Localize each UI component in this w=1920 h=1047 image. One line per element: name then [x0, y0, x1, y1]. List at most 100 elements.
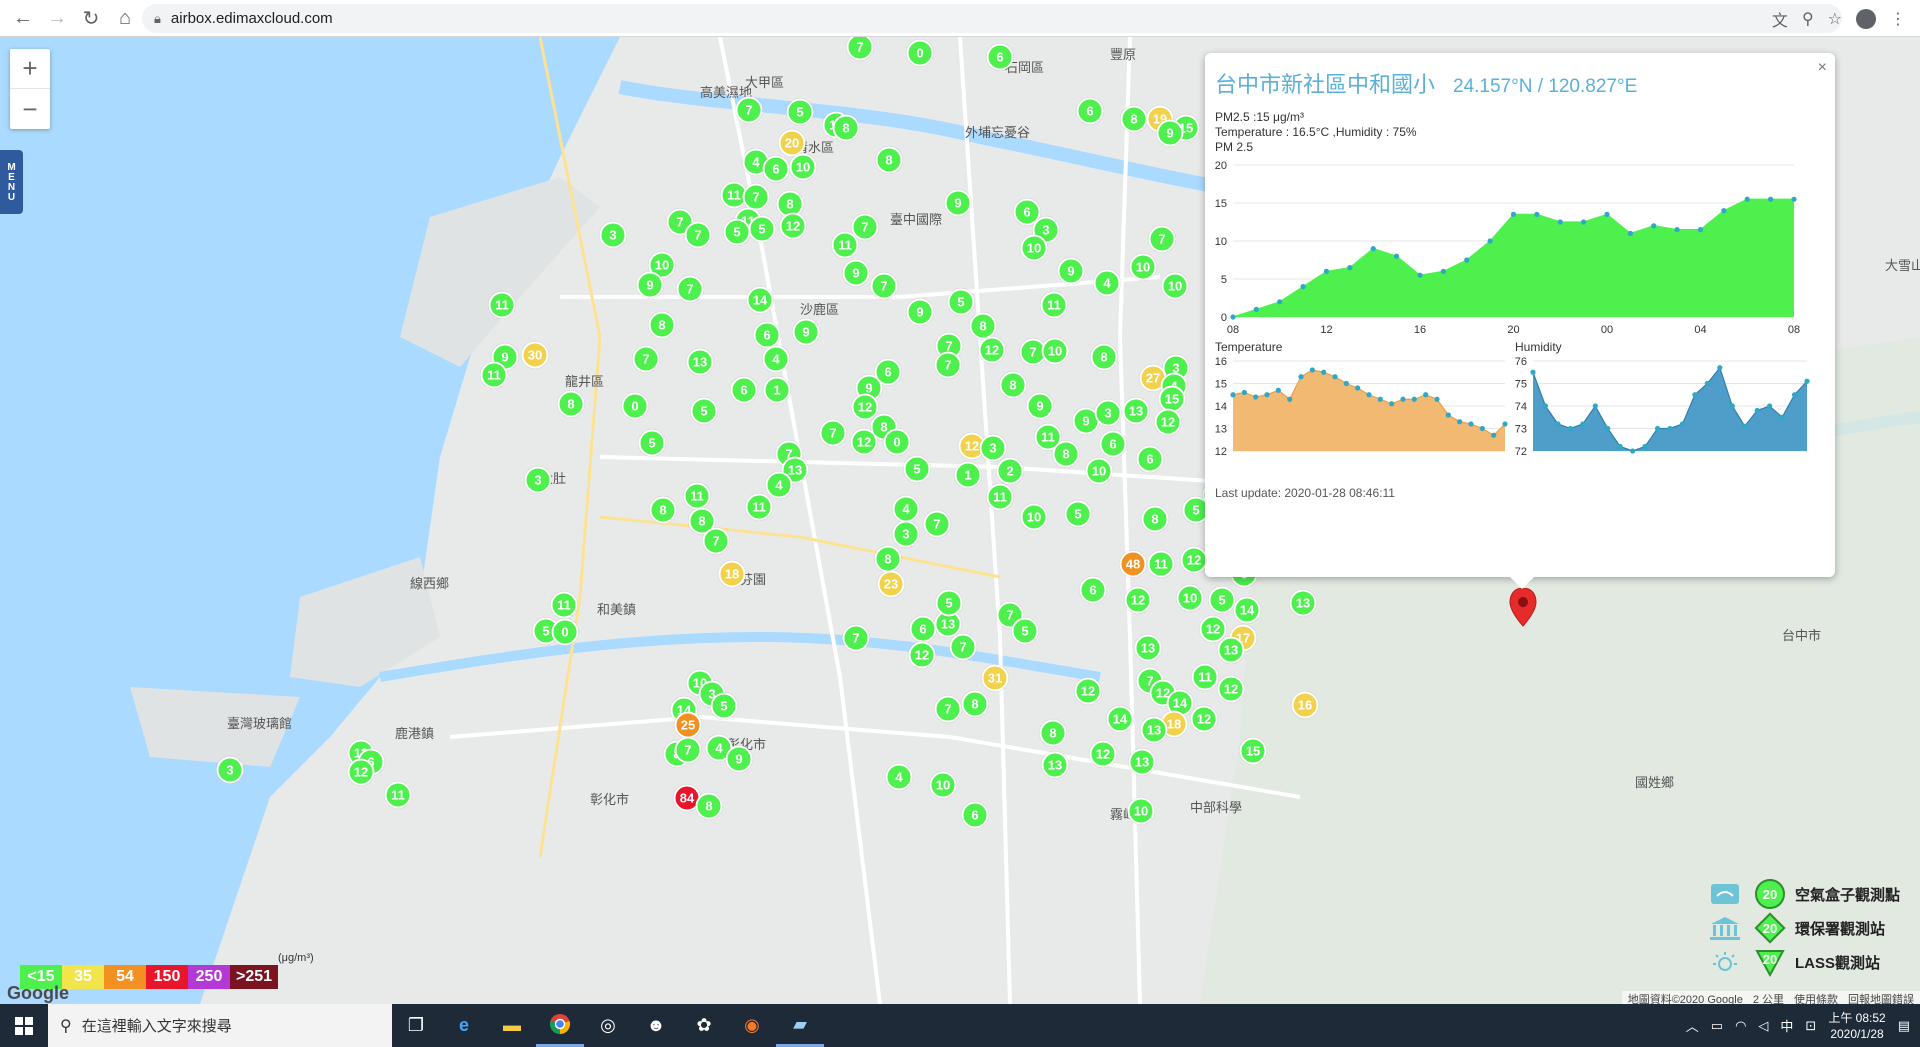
station-marker[interactable]: 14 — [746, 286, 774, 314]
station-marker[interactable]: 8 — [1090, 343, 1118, 371]
station-marker[interactable]: 8 — [1120, 105, 1148, 133]
edge-browser-icon[interactable]: e — [440, 1004, 488, 1047]
station-marker[interactable]: 8 — [1039, 719, 1067, 747]
station-marker[interactable]: 6 — [874, 358, 902, 386]
station-marker[interactable]: 8 — [874, 545, 902, 573]
station-marker[interactable]: 10 — [1041, 337, 1069, 365]
station-marker[interactable]: 12 — [1190, 705, 1218, 733]
station-marker[interactable]: 13 — [1140, 716, 1168, 744]
taskbar-search-box[interactable]: ⚲ 在這裡輸入文字來搜尋 — [48, 1004, 392, 1047]
station-marker[interactable]: 48 — [1119, 550, 1147, 578]
station-marker[interactable]: 20 — [778, 129, 806, 157]
station-marker[interactable]: 12 — [1217, 675, 1245, 703]
station-marker[interactable]: 4 — [1093, 269, 1121, 297]
station-marker[interactable]: 14 — [1233, 596, 1261, 624]
selected-location-pin-icon[interactable] — [1508, 587, 1538, 628]
station-marker[interactable]: 8 — [557, 390, 585, 418]
profile-avatar-icon[interactable] — [1856, 8, 1876, 29]
station-marker[interactable]: 12 — [779, 212, 807, 240]
file-explorer-icon[interactable]: ▬ — [488, 1004, 536, 1047]
station-marker[interactable]: 6 — [730, 376, 758, 404]
station-marker[interactable]: 7 — [842, 624, 870, 652]
forward-icon[interactable]: → — [40, 1, 74, 35]
station-marker[interactable]: 15 — [1239, 737, 1267, 765]
station-marker[interactable]: 10 — [1127, 797, 1155, 825]
app-icon-window[interactable]: ▰ — [776, 1004, 824, 1047]
station-marker[interactable]: 6 — [753, 321, 781, 349]
station-marker[interactable]: 12 — [908, 641, 936, 669]
back-icon[interactable]: ← — [6, 1, 40, 35]
station-marker[interactable]: 8 — [695, 792, 723, 820]
zoom-in-button[interactable]: + — [10, 49, 50, 89]
station-marker[interactable]: 11 — [1040, 291, 1068, 319]
station-marker[interactable]: 14 — [1106, 705, 1134, 733]
station-marker[interactable]: 12 — [1089, 740, 1117, 768]
station-marker[interactable]: 7 — [684, 221, 712, 249]
station-marker[interactable]: 2 — [996, 457, 1024, 485]
station-marker[interactable]: 11 — [1147, 550, 1175, 578]
more-menu-icon[interactable]: ⋮ — [1890, 9, 1906, 29]
app-icon-mascot[interactable]: ☻ — [632, 1004, 680, 1047]
station-marker[interactable]: 8 — [1052, 440, 1080, 468]
home-icon[interactable]: ⌂ — [108, 1, 142, 35]
station-marker[interactable]: 5 — [935, 589, 963, 617]
station-marker[interactable]: 8 — [999, 371, 1027, 399]
station-marker[interactable]: 9 — [906, 298, 934, 326]
station-marker[interactable]: 4 — [892, 495, 920, 523]
station-marker[interactable]: 5 — [1064, 500, 1092, 528]
system-clock[interactable]: 上午 08:52 2020/1/28 — [1828, 1010, 1885, 1042]
station-marker[interactable]: 5 — [748, 215, 776, 243]
close-icon[interactable]: × — [1818, 59, 1827, 77]
station-marker[interactable]: 11 — [745, 493, 773, 521]
station-marker[interactable]: 10 — [1020, 503, 1048, 531]
station-marker[interactable]: 6 — [909, 615, 937, 643]
station-marker[interactable]: 1 — [763, 376, 791, 404]
station-marker[interactable]: 6 — [986, 43, 1014, 71]
station-marker[interactable]: 7 — [1148, 225, 1176, 253]
station-marker[interactable]: 13 — [1217, 636, 1245, 664]
station-marker[interactable]: 13 — [686, 348, 714, 376]
app-icon-blender[interactable]: ◉ — [728, 1004, 776, 1047]
station-marker[interactable]: 5 — [947, 288, 975, 316]
station-marker[interactable]: 3 — [599, 221, 627, 249]
station-marker[interactable]: 7 — [934, 351, 962, 379]
language-icon[interactable]: ⊡ — [1805, 1018, 1816, 1034]
station-marker[interactable]: 10 — [1176, 584, 1204, 612]
bookmark-star-icon[interactable]: ☆ — [1828, 9, 1842, 29]
station-marker[interactable]: 11 — [831, 231, 859, 259]
station-marker[interactable]: 12 — [978, 336, 1006, 364]
station-marker[interactable]: 3 — [1094, 399, 1122, 427]
station-marker[interactable]: 3 — [216, 756, 244, 784]
station-marker[interactable]: 8 — [832, 114, 860, 142]
station-marker[interactable]: 18 — [718, 560, 746, 588]
station-marker[interactable]: 10 — [1085, 457, 1113, 485]
station-marker[interactable]: 9 — [1057, 257, 1085, 285]
station-marker[interactable]: 6 — [961, 801, 989, 829]
ime-indicator[interactable]: 中 — [1780, 1016, 1793, 1035]
station-marker[interactable]: 5 — [903, 455, 931, 483]
station-marker[interactable]: 13 — [1122, 397, 1150, 425]
station-marker[interactable]: 4 — [765, 471, 793, 499]
station-marker[interactable]: 0 — [883, 428, 911, 456]
terms-link[interactable]: 使用條款 — [1794, 991, 1838, 1004]
station-marker[interactable]: 30 — [521, 341, 549, 369]
station-marker[interactable]: 7 — [923, 510, 951, 538]
station-marker[interactable]: 12 — [1124, 586, 1152, 614]
zoom-icon[interactable]: ⚲ — [1802, 9, 1814, 29]
station-marker[interactable]: 12 — [850, 428, 878, 456]
translate-icon[interactable]: 文 — [1772, 7, 1788, 31]
station-marker[interactable]: 12 — [1074, 677, 1102, 705]
station-marker[interactable]: 9 — [636, 271, 664, 299]
station-marker[interactable]: 12 — [1180, 546, 1208, 574]
station-marker[interactable]: 7 — [870, 272, 898, 300]
station-marker[interactable]: 9 — [725, 745, 753, 773]
station-marker[interactable]: 0 — [551, 618, 579, 646]
station-marker[interactable]: 3 — [892, 520, 920, 548]
station-marker[interactable]: 8 — [969, 312, 997, 340]
reload-icon[interactable]: ↻ — [74, 1, 108, 35]
station-marker[interactable]: 9 — [792, 318, 820, 346]
station-marker[interactable]: 7 — [674, 736, 702, 764]
station-marker[interactable]: 7 — [949, 633, 977, 661]
station-marker[interactable]: 31 — [981, 664, 1009, 692]
station-marker[interactable]: 10 — [1161, 272, 1189, 300]
